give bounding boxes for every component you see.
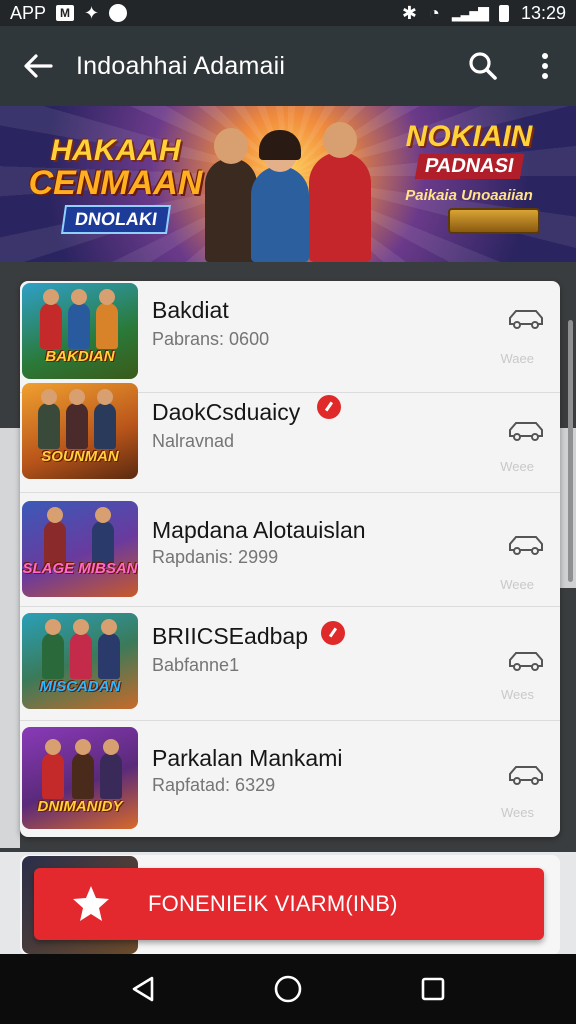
thumbnail-caption: BAKDIAN [45, 348, 115, 365]
promo-banner[interactable]: HAKAAH CENMAAN DNOLAKI NOKIAIN PADNASI P… [0, 106, 576, 262]
game-name: Bakdiat [152, 297, 229, 323]
game-thumbnail: MISCADAN [22, 613, 138, 709]
faint-label: Weee [500, 577, 534, 592]
game-name: Mapdana Alotauislan [152, 517, 366, 543]
status-bar: APP M ✦ ✱ ◔ ▂▃▅▇ 13:29 [0, 0, 576, 26]
search-icon [469, 52, 497, 80]
game-subtitle: Rapdanis: 2999 [152, 547, 279, 567]
thumbnail-caption: SLAGE MIBSAN [22, 560, 138, 577]
car-icon[interactable] [506, 531, 546, 557]
cta-label: FONENIEIK VIARM(INB) [148, 891, 398, 916]
page-title: Indoahhai Adamaii [76, 51, 286, 80]
game-subtitle: Pabrans: 0600 [152, 329, 270, 349]
list-item[interactable]: SOUNMAN DaokCsduaicy Nalravnad Weee [20, 381, 560, 493]
notification-m-icon: M [56, 5, 75, 21]
car-icon[interactable] [506, 417, 546, 443]
game-thumbnail: DNIMANIDY [22, 727, 138, 829]
game-name: DaokCsduaicy [152, 399, 301, 425]
game-subtitle: Nalravnad [152, 431, 235, 451]
game-name: Parkalan Mankami [152, 745, 343, 771]
banner-right-line2: PADNASI [414, 154, 524, 179]
car-icon[interactable] [506, 305, 546, 331]
game-subtitle: Babfanne1 [152, 655, 240, 675]
vibrate-icon: ✱ [401, 2, 417, 23]
game-name: BRIICSEadbap [152, 623, 308, 649]
notification-shuffle-icon: ✦ [84, 2, 100, 23]
banner-left-line2: CENMAAN [28, 164, 203, 202]
notification-circle-icon [109, 4, 128, 22]
app-bar: Indoahhai Adamaii [0, 26, 576, 106]
game-subtitle: Rapfatad: 6329 [152, 775, 276, 795]
signal-icon: ▂▃▅▇ [451, 4, 489, 21]
thumbnail-caption: DNIMANIDY [37, 798, 123, 815]
car-icon[interactable] [506, 647, 546, 673]
faint-label: Waee [500, 351, 534, 366]
game-thumbnail: BAKDIAN [22, 283, 138, 379]
banner-left-line3: DNOLAKI [60, 205, 171, 234]
star-icon [73, 886, 109, 921]
faint-label: Wees [501, 805, 534, 820]
back-button[interactable] [0, 26, 76, 106]
update-badge-icon [317, 395, 341, 419]
search-button[interactable] [452, 26, 514, 106]
thumbnail-caption: MISCADAN [39, 678, 121, 695]
favorite-cta-button[interactable]: FONENIEIK VIARM(INB) [34, 868, 544, 940]
game-thumbnail: SLAGE MIBSAN [22, 501, 138, 597]
banner-left-line1: HAKAAH [50, 134, 181, 167]
list-item[interactable]: SLAGE MIBSAN Mapdana Alotauislan Rapdani… [20, 493, 560, 607]
clock: 13:29 [520, 2, 566, 23]
nav-recents-button[interactable] [403, 959, 463, 1019]
faint-label: Wees [501, 687, 534, 702]
list-item[interactable]: MISCADAN BRIICSEadbap Babfanne1 Wees [20, 607, 560, 721]
thumbnail-caption: SOUNMAN [41, 448, 119, 465]
nav-home-button[interactable] [258, 959, 318, 1019]
list-item[interactable]: DNIMANIDY Parkalan Mankami Rapfatad: 632… [20, 721, 560, 837]
banner-right-line3: Paikaia Unoaaiian [405, 187, 533, 204]
wifi-icon: ◔ [429, 2, 440, 23]
carrier-label: APP [10, 2, 47, 23]
system-nav-bar [0, 954, 576, 1024]
car-icon[interactable] [506, 761, 546, 787]
banner-right-title: NOKIAIN PADNASI Paikaia Unoaaiian [384, 120, 554, 234]
banner-right-line1: NOKIAIN [405, 120, 533, 153]
square-recents-icon [422, 977, 445, 1001]
arrow-left-icon [24, 54, 53, 78]
nav-back-button[interactable] [113, 959, 173, 1019]
circle-home-icon [274, 975, 302, 1003]
background-panel-left [0, 428, 20, 848]
triangle-back-icon [132, 976, 153, 1002]
banner-heroes-illustration [205, 122, 380, 262]
update-badge-icon [321, 621, 345, 645]
scrollbar[interactable] [568, 320, 573, 582]
game-list: BAKDIAN Bakdiat Pabrans: 0600 Waee SOUNM… [20, 281, 560, 837]
list-item[interactable]: BAKDIAN Bakdiat Pabrans: 0600 Waee [20, 281, 560, 393]
battery-icon [498, 4, 509, 22]
faint-label: Weee [500, 459, 534, 474]
more-vert-icon [542, 53, 548, 79]
overflow-menu-button[interactable] [514, 26, 576, 106]
banner-vehicle-illustration [448, 208, 540, 234]
banner-left-title: HAKAAH CENMAAN DNOLAKI [28, 134, 203, 234]
game-thumbnail: SOUNMAN [22, 383, 138, 479]
